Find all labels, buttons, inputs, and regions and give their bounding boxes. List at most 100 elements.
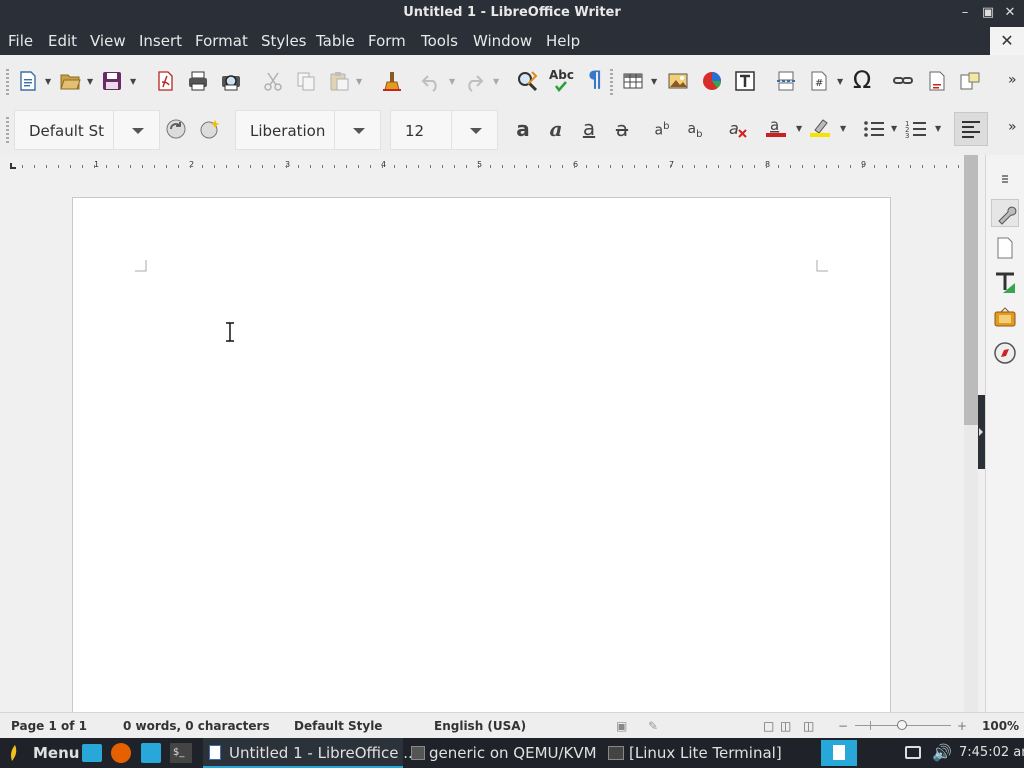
menu-insert[interactable]: Insert [139, 32, 182, 50]
comment-icon[interactable] [959, 70, 981, 92]
formatting-marks-icon[interactable]: ¶ [584, 70, 606, 92]
font-name-value[interactable]: Liberation [250, 122, 330, 140]
task-terminal[interactable]: [Linux Lite Terminal] [602, 738, 792, 768]
language[interactable]: English (USA) [434, 719, 526, 733]
bullets-dropdown-icon[interactable]: ▼ [891, 125, 899, 133]
toolbar-grip[interactable] [6, 69, 9, 97]
new-document-icon[interactable] [17, 70, 39, 92]
font-size-value[interactable]: 12 [405, 122, 445, 140]
insert-textbox-icon[interactable] [734, 70, 756, 92]
paragraph-style-combo[interactable]: Default St [14, 110, 160, 150]
menu-edit[interactable]: Edit [48, 32, 77, 50]
subscript-icon[interactable]: ab [684, 118, 706, 140]
font-color-icon[interactable]: a [765, 116, 787, 138]
spellcheck-icon[interactable]: Abc [549, 68, 574, 92]
clone-formatting-icon[interactable] [381, 70, 403, 92]
navigator-icon[interactable] [991, 339, 1019, 367]
document-page[interactable] [72, 197, 891, 712]
menu-view[interactable]: View [90, 32, 126, 50]
vertical-scrollbar[interactable] [964, 155, 978, 712]
scrollbar-thumb[interactable] [964, 155, 978, 425]
gallery-icon[interactable] [991, 304, 1019, 332]
chevron-down-icon[interactable] [113, 111, 159, 149]
document-area[interactable] [0, 180, 964, 712]
terminal-icon[interactable]: $_ [170, 743, 192, 763]
toolbar-grip[interactable] [6, 117, 9, 145]
page-break-icon[interactable] [775, 70, 797, 92]
show-desktop-icon[interactable] [82, 744, 102, 762]
undo-icon[interactable] [420, 70, 442, 92]
zoom-slider-thumb[interactable] [897, 720, 907, 730]
print-icon[interactable] [187, 70, 209, 92]
update-style-icon[interactable] [165, 118, 187, 140]
zoom-in-button[interactable]: + [957, 719, 967, 733]
task-qemu[interactable]: generic on QEMU/KVM [405, 738, 597, 768]
open-icon[interactable] [59, 70, 81, 92]
book-view-icon[interactable]: ◫ [803, 719, 814, 733]
table-dropdown-icon[interactable]: ▼ [651, 78, 659, 86]
clear-formatting-icon[interactable]: a [727, 118, 749, 140]
zoom-out-button[interactable]: − [838, 719, 848, 733]
close-document-button[interactable]: ✕ [990, 27, 1024, 55]
chevron-down-icon[interactable] [334, 111, 380, 149]
insert-table-icon[interactable] [622, 70, 644, 92]
paste-dropdown-icon[interactable]: ▼ [356, 78, 364, 86]
firefox-icon[interactable] [111, 743, 131, 763]
redo-icon[interactable] [463, 70, 485, 92]
footnote-icon[interactable] [926, 70, 948, 92]
italic-icon[interactable]: a [545, 118, 567, 140]
window-close-button[interactable]: ✕ [1000, 3, 1020, 23]
insert-image-icon[interactable] [667, 70, 689, 92]
sidebar-collapse-handle[interactable] [978, 395, 985, 469]
multi-page-view-icon[interactable]: ◫ [780, 719, 791, 733]
save-icon[interactable] [101, 70, 123, 92]
field-dropdown-icon[interactable]: ▼ [837, 78, 845, 86]
menu-window[interactable]: Window [473, 32, 532, 50]
find-replace-icon[interactable] [516, 70, 538, 92]
menu-help[interactable]: Help [546, 32, 580, 50]
single-page-view-icon[interactable]: □ [763, 719, 774, 733]
highlight-dropdown-icon[interactable]: ▼ [840, 125, 848, 133]
print-preview-icon[interactable] [220, 70, 242, 92]
new-style-icon[interactable] [198, 118, 220, 140]
strikethrough-icon[interactable]: a [611, 118, 633, 140]
highlight-icon[interactable] [809, 116, 831, 138]
undo-dropdown-icon[interactable]: ▼ [449, 78, 457, 86]
zoom-level[interactable]: 100% [982, 719, 1019, 733]
copy-icon[interactable] [295, 70, 317, 92]
sidebar-menu-icon[interactable] [991, 163, 1019, 191]
properties-icon[interactable] [991, 199, 1019, 227]
word-count[interactable]: 0 words, 0 characters [123, 719, 270, 733]
page-style[interactable]: Default Style [294, 719, 382, 733]
font-color-dropdown-icon[interactable]: ▼ [796, 125, 804, 133]
redo-dropdown-icon[interactable]: ▼ [493, 78, 501, 86]
minimize-button[interactable]: – [955, 3, 975, 23]
selection-mode-icon[interactable]: ▣ [616, 719, 627, 733]
unordered-list-icon[interactable] [863, 118, 885, 140]
special-character-icon[interactable]: Ω [851, 68, 873, 92]
page-icon[interactable] [991, 234, 1019, 262]
file-manager-icon[interactable] [141, 743, 161, 763]
paragraph-style-value[interactable]: Default St [29, 122, 117, 140]
underline-icon[interactable]: a [578, 118, 600, 140]
notification-icon[interactable] [905, 746, 921, 759]
toolbar-overflow-icon[interactable]: » [1008, 72, 1024, 94]
open-dropdown-icon[interactable]: ▼ [87, 78, 95, 86]
start-menu-button[interactable]: Menu [33, 744, 79, 762]
font-name-combo[interactable]: Liberation [235, 110, 381, 150]
font-size-combo[interactable]: 12 [390, 110, 498, 150]
bold-icon[interactable]: a [512, 118, 534, 140]
new-dropdown-icon[interactable]: ▼ [45, 78, 53, 86]
menu-styles[interactable]: Styles [261, 32, 307, 50]
insert-field-icon[interactable]: # [808, 70, 830, 92]
menu-form[interactable]: Form [368, 32, 406, 50]
tab-stop-selector[interactable] [10, 163, 16, 169]
hyperlink-icon[interactable] [892, 70, 914, 92]
volume-icon[interactable]: 🔊 [932, 743, 952, 762]
cut-icon[interactable] [262, 70, 284, 92]
ordered-list-icon[interactable]: 123 [905, 118, 927, 140]
export-pdf-icon[interactable] [154, 70, 176, 92]
align-left-button[interactable] [954, 112, 988, 146]
maximize-button[interactable]: ▣ [978, 3, 998, 23]
document-modified-icon[interactable]: ✎ [648, 719, 658, 733]
